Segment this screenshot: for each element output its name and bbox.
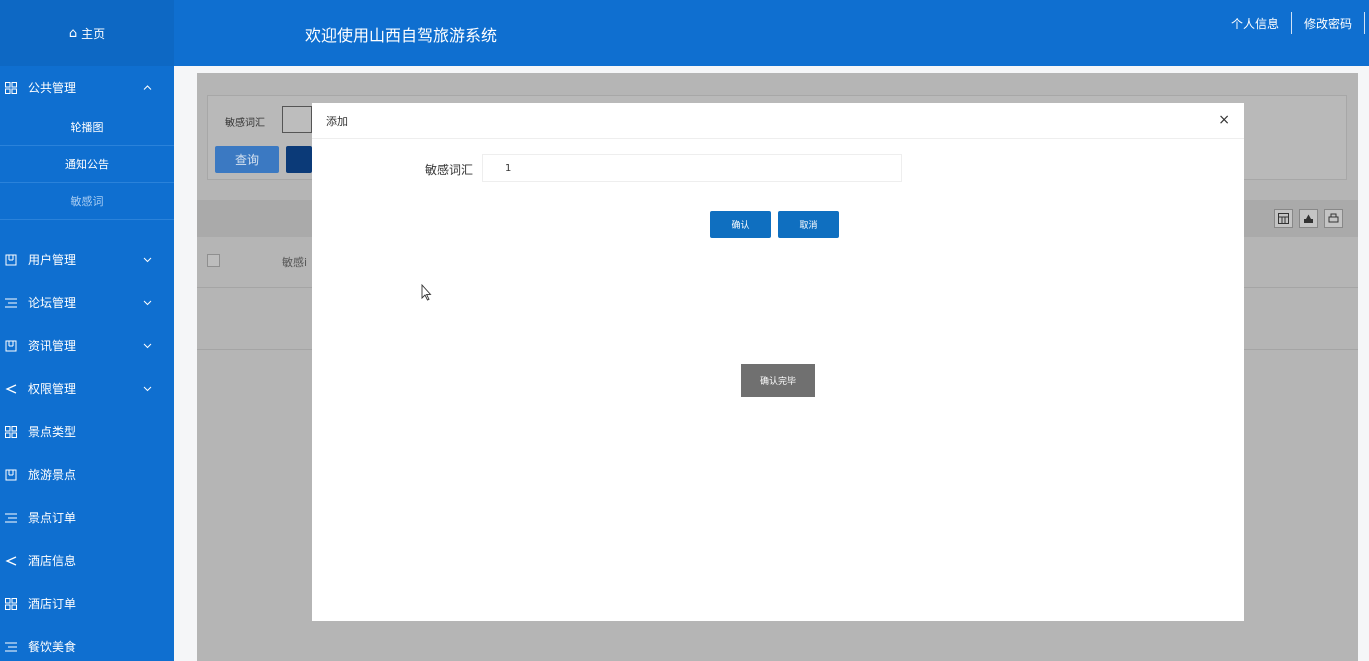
home-link[interactable]: ⌂ 主页 [0, 0, 174, 66]
dialog-header: 添加 × [312, 103, 1244, 139]
top-header: 欢迎使用山西自驾旅游系统 个人信息 修改密码 [174, 0, 1369, 66]
menu-label: 景点类型 [28, 425, 77, 439]
chevron-down-icon [143, 297, 152, 308]
book-icon [4, 253, 18, 267]
menu-label: 旅游景点 [28, 468, 77, 482]
book-icon [4, 468, 18, 482]
book-icon [4, 339, 18, 353]
mouse-cursor-icon [421, 283, 432, 304]
add-dialog: 添加 × 敏感词汇 1 确认 取消 确认完毕 [312, 103, 1244, 621]
divider [1364, 12, 1365, 34]
header-links: 个人信息 修改密码 [1219, 12, 1365, 34]
menu-label: 论坛管理 [28, 296, 77, 310]
column-header-word: 敏感i [282, 256, 308, 269]
home-label: 主页 [81, 26, 106, 41]
page-title: 欢迎使用山西自驾旅游系统 [305, 26, 498, 45]
share-icon [4, 382, 18, 396]
grid-icon [4, 81, 18, 95]
word-field[interactable]: 1 [482, 154, 902, 182]
chevron-down-icon [143, 383, 152, 394]
submenu-public: 轮播图 通知公告 敏感词 [0, 109, 174, 220]
grid-icon [4, 425, 18, 439]
menu-scenic-type[interactable]: 景点类型 [0, 410, 174, 453]
menu-label: 酒店订单 [28, 597, 77, 611]
menu-hotel-order[interactable]: 酒店订单 [0, 582, 174, 625]
profile-link[interactable]: 个人信息 [1219, 15, 1291, 32]
close-icon[interactable]: × [1218, 112, 1230, 128]
table-tools [1274, 209, 1343, 228]
menu-label: 权限管理 [28, 382, 77, 396]
word-field-label: 敏感词汇 [425, 163, 474, 177]
share-icon [4, 554, 18, 568]
menu-label: 用户管理 [28, 253, 77, 267]
chevron-down-icon [143, 254, 152, 265]
menu-label: 景点订单 [28, 511, 77, 525]
add-button[interactable] [286, 146, 312, 173]
grid-icon [4, 597, 18, 611]
print-icon[interactable] [1324, 209, 1343, 228]
menu-food[interactable]: 餐饮美食 [0, 625, 174, 661]
menu-label: 酒店信息 [28, 554, 77, 568]
chevron-up-icon [143, 82, 152, 93]
menu-user[interactable]: 用户管理 [0, 238, 174, 281]
query-button[interactable]: 查询 [215, 146, 279, 173]
menu-label: 公共管理 [28, 81, 77, 95]
menu-permission[interactable]: 权限管理 [0, 367, 174, 410]
menu-public[interactable]: 公共管理 [0, 66, 174, 109]
menu-scenic-spot[interactable]: 旅游景点 [0, 453, 174, 496]
dialog-title: 添加 [326, 114, 348, 128]
menu-forum[interactable]: 论坛管理 [0, 281, 174, 324]
columns-icon[interactable] [1274, 209, 1293, 228]
list-icon [4, 640, 18, 654]
sidebar: ⌂ 主页 公共管理 轮播图 通知公告 敏感词 用户管理 论坛管理 资讯管理 权限… [0, 0, 174, 661]
submenu-item-sensitive-words[interactable]: 敏感词 [0, 183, 174, 220]
submenu-item-notice[interactable]: 通知公告 [0, 146, 174, 183]
confirm-button[interactable]: 确认 [710, 211, 771, 238]
select-all-checkbox[interactable] [207, 254, 220, 267]
search-input[interactable] [282, 106, 312, 133]
list-icon [4, 511, 18, 525]
menu-scenic-order[interactable]: 景点订单 [0, 496, 174, 539]
done-button[interactable]: 确认完毕 [741, 364, 815, 397]
menu-label: 餐饮美食 [28, 640, 77, 654]
home-icon: ⌂ [68, 25, 78, 41]
change-password-link[interactable]: 修改密码 [1292, 15, 1364, 32]
menu-hotel-info[interactable]: 酒店信息 [0, 539, 174, 582]
menu-label: 资讯管理 [28, 339, 77, 353]
menu-news[interactable]: 资讯管理 [0, 324, 174, 367]
search-label: 敏感词汇 [225, 118, 265, 129]
chevron-down-icon [143, 340, 152, 351]
list-icon [4, 296, 18, 310]
export-icon[interactable] [1299, 209, 1318, 228]
cancel-button[interactable]: 取消 [778, 211, 839, 238]
submenu-item-carousel[interactable]: 轮播图 [0, 109, 174, 146]
